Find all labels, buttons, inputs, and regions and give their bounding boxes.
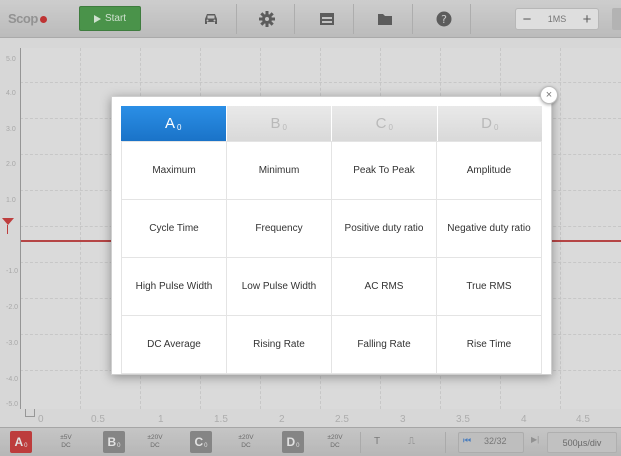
measurement-option-cycle-time[interactable]: Cycle Time — [122, 200, 227, 258]
measurement-dialog: A0 B0 C0 D0 Maximum Minimum Peak To Peak… — [111, 96, 552, 375]
tab-channel-d[interactable]: D0 — [437, 106, 542, 141]
measurement-option-rising-rate[interactable]: Rising Rate — [227, 316, 332, 374]
measurement-option-minimum[interactable]: Minimum — [227, 142, 332, 200]
measurement-grid: Maximum Minimum Peak To Peak Amplitude C… — [121, 141, 542, 374]
channel-tabs: A0 B0 C0 D0 — [121, 106, 542, 141]
measurement-option-falling-rate[interactable]: Falling Rate — [332, 316, 437, 374]
measurement-option-positive-duty-ratio[interactable]: Positive duty ratio — [332, 200, 437, 258]
measurement-option-maximum[interactable]: Maximum — [122, 142, 227, 200]
measurement-option-dc-average[interactable]: DC Average — [122, 316, 227, 374]
measurement-option-rise-time[interactable]: Rise Time — [437, 316, 542, 374]
measurement-option-low-pulse-width[interactable]: Low Pulse Width — [227, 258, 332, 316]
measurement-option-high-pulse-width[interactable]: High Pulse Width — [122, 258, 227, 316]
tab-channel-c[interactable]: C0 — [332, 106, 438, 141]
measurement-option-amplitude[interactable]: Amplitude — [437, 142, 542, 200]
measurement-option-frequency[interactable]: Frequency — [227, 200, 332, 258]
measurement-option-true-rms[interactable]: True RMS — [437, 258, 542, 316]
measurement-option-peak-to-peak[interactable]: Peak To Peak — [332, 142, 437, 200]
close-dialog-button[interactable]: × — [540, 86, 558, 104]
tab-channel-b[interactable]: B0 — [226, 106, 332, 141]
measurement-option-ac-rms[interactable]: AC RMS — [332, 258, 437, 316]
measurement-option-negative-duty-ratio[interactable]: Negative duty ratio — [437, 200, 542, 258]
tab-channel-a[interactable]: A0 — [121, 106, 227, 141]
